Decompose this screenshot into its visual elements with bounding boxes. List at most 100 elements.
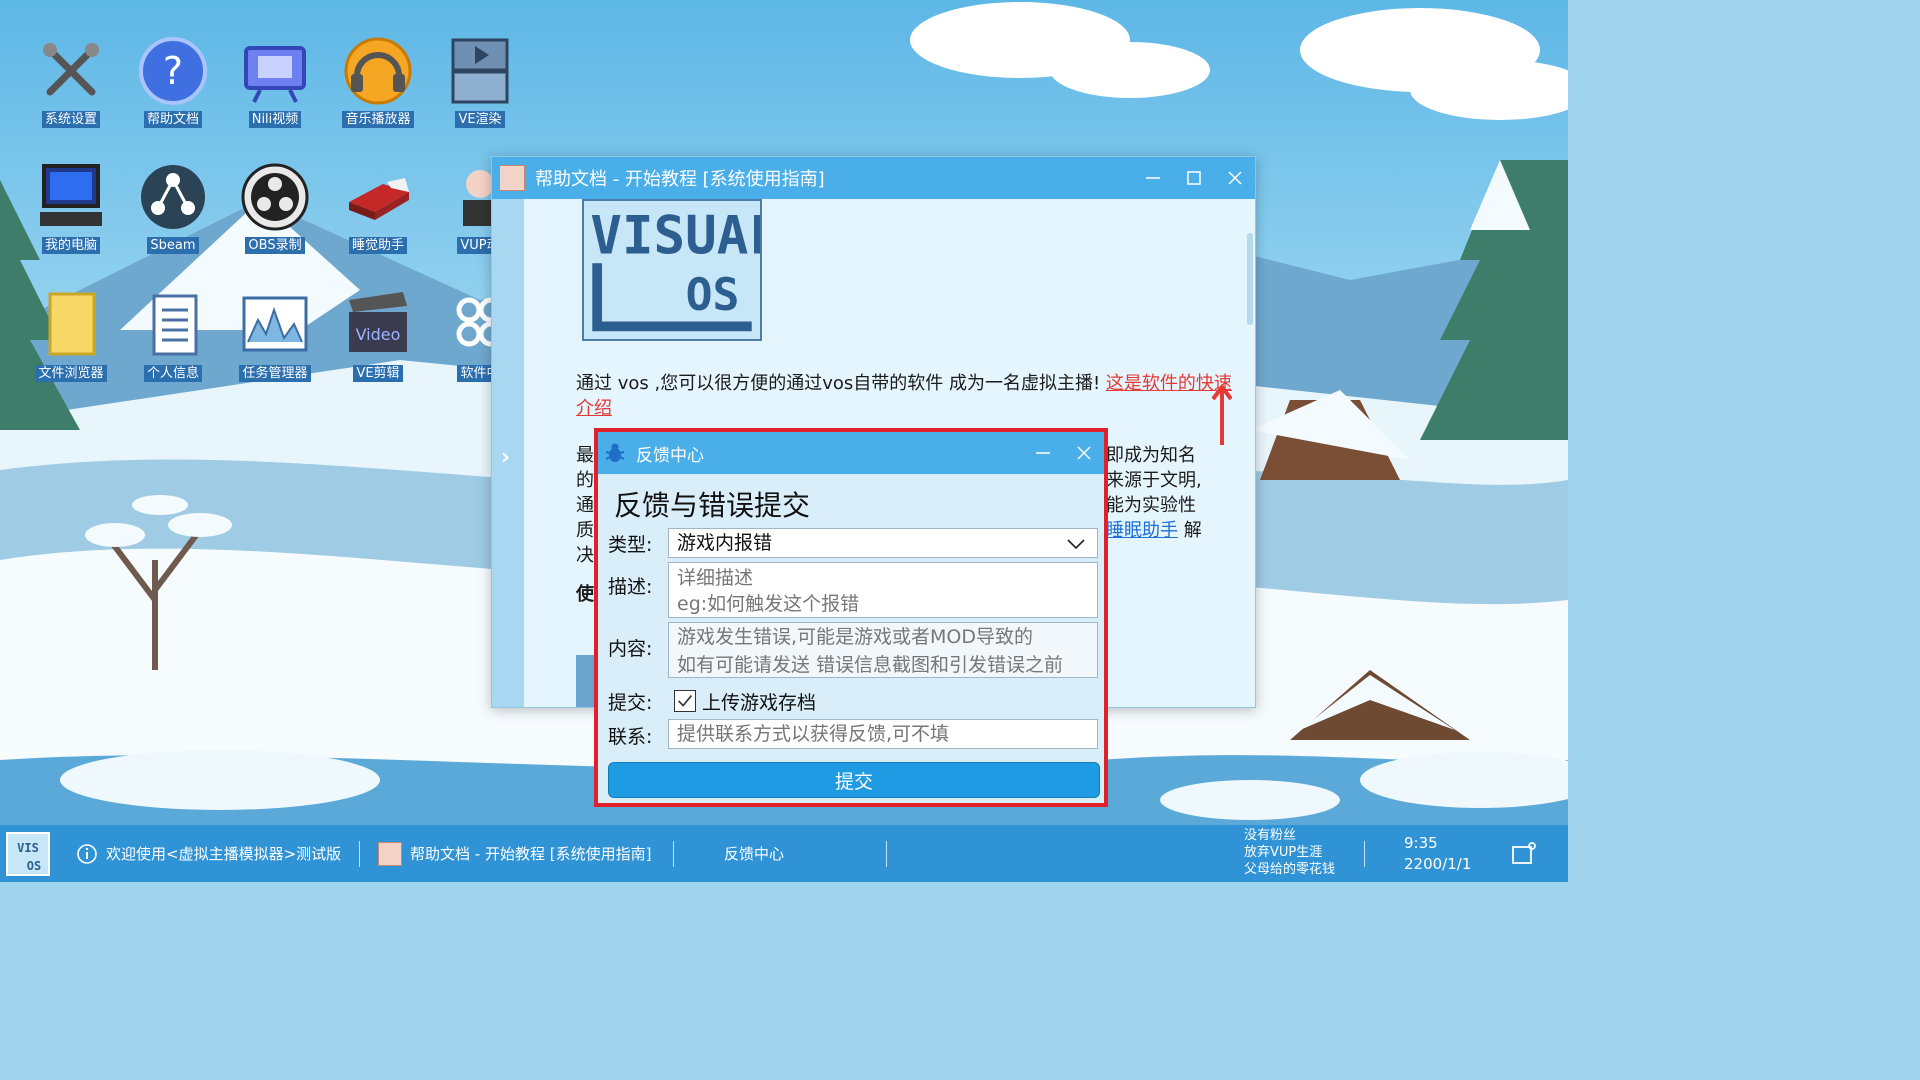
feedback-titlebar[interactable]: 反馈中心: [598, 432, 1104, 474]
feedback-title: 反馈中心: [636, 445, 704, 466]
desc-textarea[interactable]: 详细描述 eg:如何触发这个报错: [668, 562, 1098, 618]
help-window-titlebar[interactable]: 帮助文档 - 开始教程 [系统使用指南]: [492, 157, 1255, 199]
upload-save-checkbox[interactable]: [674, 690, 696, 712]
intro-paragraph: 通过 vos ,您可以很方便的通过vos自带的软件 成为一名虚拟主播! 这是软件…: [576, 371, 1236, 421]
upload-save-label: 上传游戏存档: [702, 692, 817, 714]
desktop-icon-profile[interactable]: 个人信息: [128, 286, 218, 396]
body-right-column: 即成为知名 来源于文明, 能为实验性 睡眠助手 解: [1106, 443, 1236, 543]
svg-text:OS: OS: [686, 269, 740, 321]
desktop-icon-sleep[interactable]: 睡觉助手: [333, 158, 423, 268]
intro-text: 通过 vos ,您可以很方便的通过vos自带的软件 成为一名虚拟主播!: [576, 373, 1106, 394]
desc-placeholder-line: 详细描述: [677, 567, 754, 589]
type-label: 类型:: [608, 534, 653, 556]
welcome-text: 欢迎使用<虚拟主播模拟器>测试版: [106, 845, 342, 863]
feedback-close-button[interactable]: [1063, 432, 1104, 474]
desktop-icon-obs[interactable]: OBS录制: [230, 158, 320, 268]
help-window-title: 帮助文档 - 开始教程 [系统使用指南]: [535, 169, 825, 190]
notification-button[interactable]: [1510, 825, 1538, 882]
task-chart-icon: [242, 296, 308, 352]
desktop-icon-label: 睡觉助手: [348, 237, 407, 254]
taskbar-task-feedback[interactable]: 反馈中心: [724, 825, 784, 882]
help-sidebar-toggle[interactable]: ›: [492, 199, 524, 707]
red-arrow-annotation: [1212, 383, 1232, 445]
status-money: 父母给的零花钱: [1244, 862, 1336, 877]
desktop-icon-label: 音乐播放器: [342, 111, 414, 128]
status-career: 放弃VUP生涯: [1244, 845, 1323, 860]
type-select[interactable]: 游戏内报错: [668, 528, 1098, 558]
desktop-icon-my-computer[interactable]: 我的电脑: [26, 158, 116, 268]
status-fans: 没有粉丝: [1244, 828, 1297, 843]
render-encoder-icon: [451, 38, 509, 104]
computer-icon: [40, 164, 102, 226]
status-panel: 没有粉丝 放弃VUP生涯 父母给的零花钱: [1244, 827, 1335, 878]
desktop-icon-render[interactable]: VE渲染: [435, 32, 525, 142]
desktop-icon-label: OBS录制: [245, 237, 305, 254]
clock-date: 2200/1/1: [1404, 855, 1472, 873]
vos-logo: VISUAL OS: [582, 199, 762, 341]
close-icon: [1076, 446, 1091, 460]
help-question-icon: ?: [139, 37, 207, 105]
sleep-helper-link[interactable]: 睡眠助手: [1106, 520, 1178, 541]
desktop-icon-settings[interactable]: 系统设置: [26, 32, 116, 142]
contact-input[interactable]: [668, 719, 1098, 749]
chevron-down-icon: [1067, 539, 1085, 550]
feedback-minimize-button[interactable]: [1022, 432, 1063, 474]
content-placeholder-line: 如有可能请发送 错误信息截图和引发错误之前: [677, 654, 1064, 676]
feedback-window: 反馈中心 反馈与错误提交 类型: 游戏内报错 描述: 详细描述 eg:如何触发这…: [594, 428, 1108, 807]
start-button[interactable]: VIS OS: [6, 825, 50, 882]
svg-text:VIS: VIS: [17, 841, 39, 855]
maximize-button[interactable]: [1173, 157, 1214, 199]
desc-placeholder-line: eg:如何触发这个报错: [677, 593, 860, 615]
desktop-icon-label: 任务管理器: [239, 365, 311, 382]
video-clapper-icon: Video: [349, 292, 407, 352]
desktop-icon-label: 我的电脑: [41, 237, 100, 254]
submit-row-label: 提交:: [608, 692, 653, 714]
desktop-icon-sbeam[interactable]: Sbeam: [128, 158, 218, 268]
close-icon: [1227, 171, 1242, 185]
content-label: 内容:: [608, 638, 653, 660]
task-help-label: 帮助文档 - 开始教程 [系统使用指南]: [410, 845, 652, 863]
contact-label: 联系:: [608, 726, 653, 748]
music-headphones-icon: [344, 37, 412, 105]
content-textarea[interactable]: 游戏发生错误,可能是游戏或者MOD导致的 如有可能请发送 错误信息截图和引发错误…: [668, 622, 1098, 678]
info-icon: [77, 843, 97, 864]
feedback-heading: 反馈与错误提交: [614, 489, 811, 522]
desktop-icon-task-manager[interactable]: 任务管理器: [230, 286, 320, 396]
desktop-icon-help[interactable]: ? 帮助文档: [128, 32, 218, 142]
svg-text:Video: Video: [356, 325, 401, 344]
taskbar-separator: [1364, 841, 1365, 867]
desktop-icon-label: VE剪辑: [353, 365, 403, 382]
desktop-icon-label: VE渲染: [455, 111, 505, 128]
clock[interactable]: 9:35 2200/1/1: [1404, 833, 1471, 875]
desktop-icon-music[interactable]: 音乐播放器: [333, 32, 423, 142]
help-scrollbar[interactable]: [1247, 233, 1253, 325]
desktop-icon-file-browser[interactable]: 文件浏览器: [26, 286, 116, 396]
body-text-fragment: 解: [1178, 520, 1202, 541]
body-text-fragment: 即成为知名: [1106, 445, 1196, 466]
desc-label: 描述:: [608, 576, 653, 598]
taskbar-welcome[interactable]: 欢迎使用<虚拟主播模拟器>测试版: [76, 825, 341, 882]
desktop-icon-label: 系统设置: [41, 111, 100, 128]
taskbar-task-help[interactable]: 帮助文档 - 开始教程 [系统使用指南]: [378, 825, 651, 882]
body-text-fragment: 来源于文明,: [1106, 470, 1202, 491]
settings-tools-icon: [43, 43, 99, 96]
desktop-icon-video-edit[interactable]: Video VE剪辑: [333, 286, 423, 396]
desktop-icon-label: 帮助文档: [143, 111, 202, 128]
minimize-button[interactable]: [1132, 157, 1173, 199]
close-button[interactable]: [1214, 157, 1255, 199]
submit-button[interactable]: 提交: [608, 762, 1100, 798]
help-app-icon: [378, 841, 402, 866]
type-select-value: 游戏内报错: [677, 532, 773, 554]
minimize-icon: [1145, 177, 1160, 179]
task-feedback-label: 反馈中心: [724, 845, 785, 863]
desktop-icon-label: Nili视频: [248, 111, 302, 128]
notification-icon: [1512, 841, 1536, 864]
bug-icon: [605, 443, 625, 462]
svg-text:VISUAL: VISUAL: [590, 205, 762, 266]
share-icon: [141, 165, 205, 229]
folder-icon: [48, 292, 96, 356]
svg-text:?: ?: [163, 49, 183, 93]
chevron-right-icon: ›: [501, 445, 511, 470]
desktop-icon-video[interactable]: Nili视频: [230, 32, 320, 142]
profile-card-icon: [152, 294, 198, 356]
